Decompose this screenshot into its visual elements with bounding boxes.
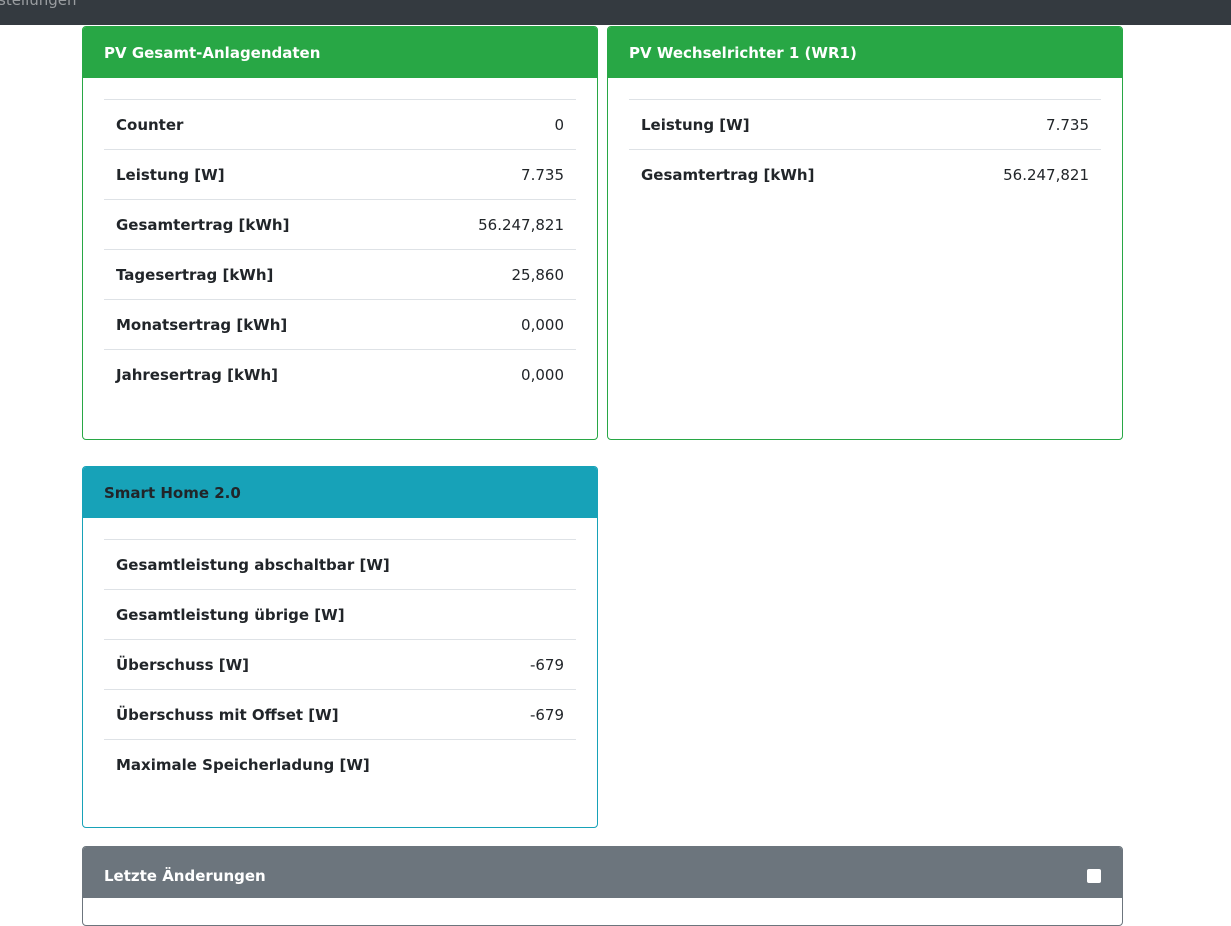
info-icon[interactable] <box>1087 868 1101 883</box>
table-row: Jahresertrag [kWh] 0,000 <box>104 349 576 400</box>
row-label: Jahresertrag [kWh] <box>104 349 408 400</box>
table-row: Tagesertrag [kWh] 25,860 <box>104 249 576 300</box>
row-label: Überschuss mit Offset [W] <box>104 689 499 740</box>
table-row: Monatsertrag [kWh] 0,000 <box>104 299 576 350</box>
row-value: 0 <box>407 99 576 150</box>
row-value: 0,000 <box>407 299 576 350</box>
row-value: 7.735 <box>407 149 576 200</box>
table-row: Gesamtleistung übrige [W] <box>104 589 576 640</box>
card-title: PV Wechselrichter 1 (WR1) <box>608 27 1122 78</box>
row-label: Gesamtertrag [kWh] <box>104 199 408 250</box>
nav-settings-link[interactable]: stellungen <box>0 0 77 9</box>
row-label: Counter <box>104 99 408 150</box>
table-row: Überschuss mit Offset [W] -679 <box>104 689 576 740</box>
row-value <box>498 739 576 790</box>
changes-card: Letzte Änderungen <box>82 846 1123 926</box>
table-row: Gesamtleistung abschaltbar [W] <box>104 539 576 590</box>
row-label: Monatsertrag [kWh] <box>104 299 408 350</box>
row-label: Leistung [W] <box>629 99 933 150</box>
navbar: stellungen <box>0 0 1231 25</box>
row-label: Maximale Speicherladung [W] <box>104 739 499 790</box>
row-value: 56.247,821 <box>932 149 1101 200</box>
card-title: Letzte Änderungen <box>104 866 266 885</box>
row-value: -679 <box>498 639 576 690</box>
card-title: Smart Home 2.0 <box>83 467 597 518</box>
row-label: Gesamtleistung abschaltbar [W] <box>104 539 499 590</box>
inverter1-card: PV Wechselrichter 1 (WR1) Leistung [W] 7.… <box>607 26 1123 440</box>
table-row: Gesamtertrag [kWh] 56.247,821 <box>629 149 1101 200</box>
pv-total-card: PV Gesamt-Anlagendaten Counter 0 Leistung … <box>82 26 598 440</box>
row-label: Leistung [W] <box>104 149 408 200</box>
row-value: 56.247,821 <box>407 199 576 250</box>
row-value <box>498 539 576 590</box>
table-row: Überschuss [W] -679 <box>104 639 576 690</box>
row-value <box>498 589 576 640</box>
table-row: Leistung [W] 7.735 <box>629 99 1101 150</box>
card-title: PV Gesamt-Anlagendaten <box>83 27 597 78</box>
table-row: Leistung [W] 7.735 <box>104 149 576 200</box>
row-label: Tagesertrag [kWh] <box>104 249 408 300</box>
table-row: Maximale Speicherladung [W] <box>104 739 576 790</box>
table-row: Gesamtertrag [kWh] 56.247,821 <box>104 199 576 250</box>
row-label: Gesamtleistung übrige [W] <box>104 589 499 640</box>
smarthome-card: Smart Home 2.0 Gesamtleistung abschaltba… <box>82 466 598 828</box>
table-row: Counter 0 <box>104 99 576 150</box>
row-value: 0,000 <box>407 349 576 400</box>
row-value: 25,860 <box>407 249 576 300</box>
row-label: Überschuss [W] <box>104 639 499 690</box>
row-label: Gesamtertrag [kWh] <box>629 149 933 200</box>
row-value: -679 <box>498 689 576 740</box>
row-value: 7.735 <box>932 99 1101 150</box>
